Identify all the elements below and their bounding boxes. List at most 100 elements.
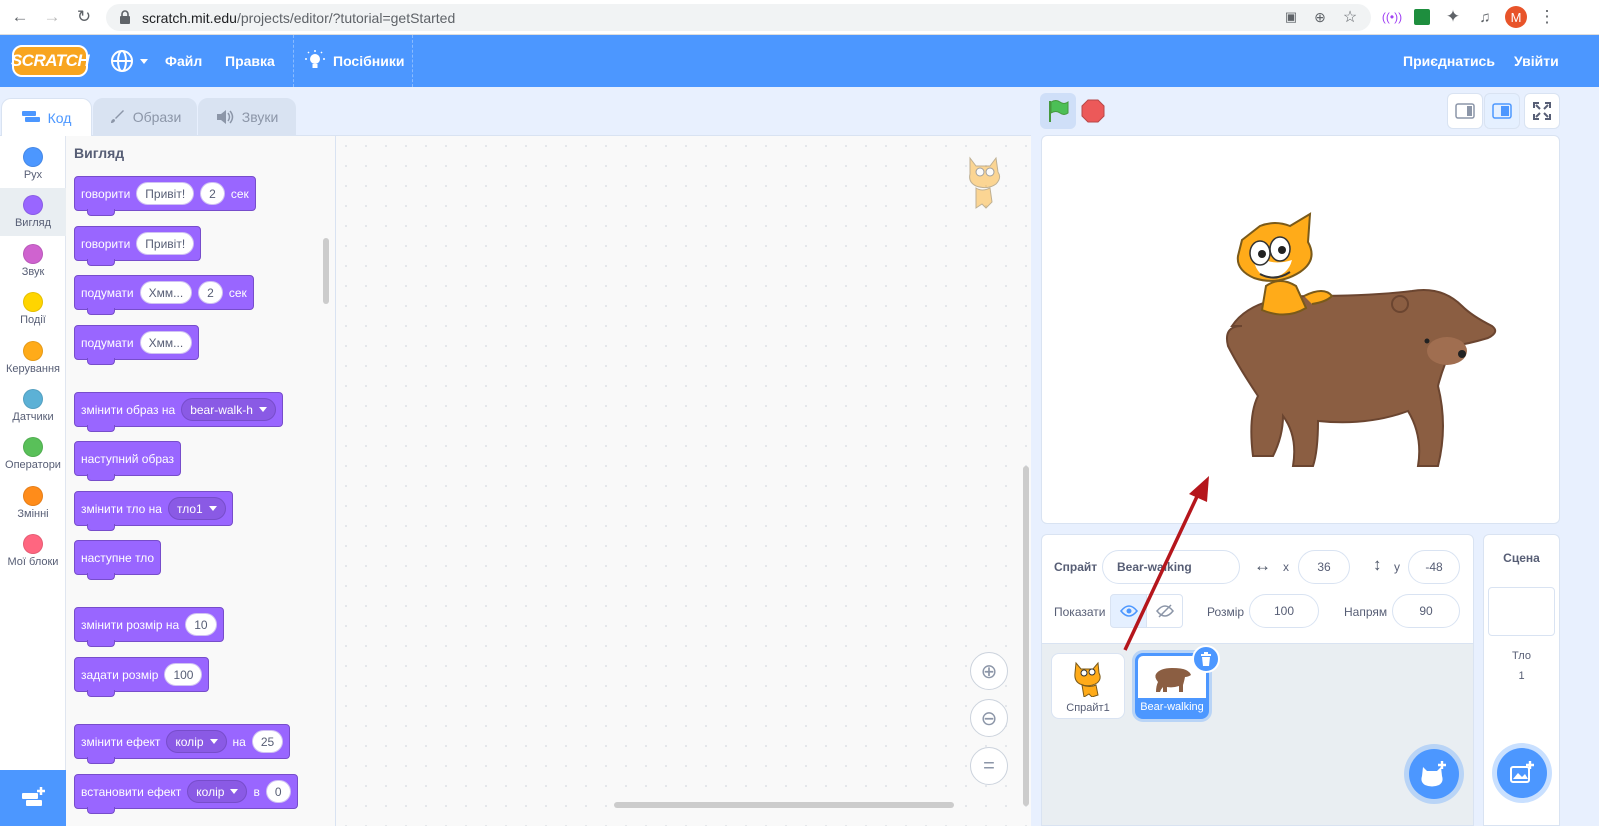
block-label: встановити ефект [81, 784, 182, 799]
block-label: задати розмір [81, 667, 159, 682]
block-think[interactable]: подумати Хмм... [74, 325, 200, 365]
extension-broadcast-icon[interactable]: ((•)) [1382, 7, 1402, 27]
category-operators[interactable]: Оператори [0, 430, 66, 478]
y-input[interactable]: -48 [1408, 550, 1460, 584]
category-sound[interactable]: Звук [0, 237, 66, 285]
image-plus-icon [1510, 761, 1534, 783]
backdrop-dropdown[interactable]: тло1 [167, 497, 226, 520]
category-events[interactable]: Події [0, 285, 66, 333]
effect-dropdown[interactable]: колір [166, 730, 227, 753]
block-think-for-secs[interactable]: подумати Хмм... 2 сек [74, 275, 254, 315]
address-bar[interactable]: scratch.mit.edu/projects/editor/?tutoria… [106, 4, 1371, 31]
browser-menu-icon[interactable]: ⋮ [1537, 7, 1557, 27]
tab-code-label: Код [47, 109, 72, 126]
block-change-effect[interactable]: змінити ефект колір на 25 [74, 724, 291, 764]
normal-stage-button[interactable] [1484, 93, 1520, 129]
join-link[interactable]: Приєднатись [1403, 53, 1495, 69]
profile-avatar[interactable]: M [1505, 6, 1527, 28]
category-dot [23, 486, 43, 506]
chevron-down-icon [139, 58, 148, 64]
category-variables[interactable]: Змінні [0, 479, 66, 527]
fullscreen-button[interactable] [1524, 93, 1560, 129]
reload-icon[interactable]: ↻ [74, 7, 94, 27]
category-dot [23, 341, 43, 361]
block-input-number[interactable]: 0 [265, 780, 291, 803]
cat-plus-icon [1421, 761, 1446, 787]
zoom-reset-button[interactable]: = [970, 747, 1008, 785]
block-label: подумати [81, 285, 134, 300]
block-input-number[interactable]: 100 [164, 663, 203, 686]
direction-input[interactable]: 90 [1392, 594, 1460, 628]
palette-scrollbar[interactable] [323, 238, 329, 304]
category-label: Рух [23, 169, 43, 181]
block-set-effect[interactable]: встановити ефект колір в 0 [74, 774, 298, 814]
cat-sprite[interactable] [1236, 212, 1334, 316]
zoom-out-button[interactable]: ⊖ [970, 699, 1008, 737]
block-input-message[interactable]: Привіт! [136, 232, 195, 255]
block-input-message[interactable]: Хмм... [139, 281, 193, 304]
media-control-icon[interactable]: ♫ [1475, 7, 1495, 27]
tab-code[interactable]: Код [1, 98, 92, 136]
zoom-in-button[interactable]: ⊕ [970, 652, 1008, 690]
signin-link[interactable]: Увійти [1514, 53, 1559, 69]
block-change-size[interactable]: змінити розмір на 10 [74, 607, 224, 647]
block-next-backdrop[interactable]: наступне тло [74, 540, 162, 580]
bear-sprite[interactable] [1226, 289, 1497, 467]
small-stage-button[interactable] [1447, 93, 1483, 129]
bookmark-star-icon[interactable]: ☆ [1340, 7, 1360, 27]
block-next-costume[interactable]: наступний образ [74, 441, 182, 481]
block-say-for-secs[interactable]: говорити Привіт! 2 сек [74, 176, 256, 216]
category-motion[interactable]: Рух [0, 140, 66, 188]
chevron-down-icon [230, 789, 239, 794]
block-say[interactable]: говорити Привіт! [74, 226, 202, 266]
extension-green-icon[interactable] [1412, 7, 1432, 27]
costume-dropdown[interactable]: bear-walk-h [181, 398, 276, 421]
scratch-logo[interactable]: SCRATCH [11, 45, 90, 77]
tab-sounds[interactable]: Звуки [198, 98, 296, 136]
language-menu[interactable] [110, 49, 148, 73]
small-stage-icon [1455, 103, 1475, 119]
block-switch-costume[interactable]: змінити образ на bear-walk-h [74, 392, 283, 432]
category-looks[interactable]: Вигляд [0, 188, 66, 236]
workspace-horizontal-scrollbar[interactable] [614, 802, 954, 808]
stop-button[interactable] [1075, 93, 1111, 129]
block-input-secs[interactable]: 2 [198, 281, 223, 304]
green-flag-button[interactable] [1040, 93, 1076, 129]
menu-tutorials[interactable]: Посібники [305, 50, 404, 72]
add-backdrop-button[interactable] [1497, 748, 1547, 798]
add-extension-button[interactable] [0, 770, 66, 826]
category-control[interactable]: Керування [0, 334, 66, 382]
workspace-vertical-scrollbar[interactable] [1023, 466, 1029, 806]
stage-thumbnail[interactable] [1488, 587, 1555, 636]
menu-edit[interactable]: Правка [225, 53, 275, 69]
add-sprite-button[interactable] [1409, 749, 1459, 799]
stage-target-pane[interactable]: Сцена Тло 1 [1483, 534, 1560, 826]
fullscreen-icon [1533, 102, 1551, 120]
forward-icon[interactable]: → [42, 7, 62, 27]
x-input[interactable]: 36 [1298, 550, 1350, 584]
code-workspace[interactable]: ⊕ ⊖ = [336, 135, 1031, 826]
extensions-puzzle-icon[interactable]: ✦ [1443, 7, 1463, 27]
block-input-secs[interactable]: 2 [200, 182, 225, 205]
block-input-number[interactable]: 10 [185, 613, 217, 636]
block-input-message[interactable]: Привіт! [136, 182, 195, 205]
size-input[interactable]: 100 [1249, 594, 1319, 628]
block-input-message[interactable]: Хмм... [139, 331, 193, 354]
x-arrows-icon: ↔ [1254, 556, 1271, 575]
menu-file[interactable]: Файл [165, 53, 202, 69]
block-input-number[interactable]: 25 [251, 730, 284, 753]
zoom-icon[interactable]: ⊕ [1310, 7, 1330, 27]
block-label: змінити образ на [81, 402, 176, 417]
tab-costumes[interactable]: Образи [93, 98, 197, 136]
stage-canvas[interactable] [1041, 135, 1560, 524]
back-icon[interactable]: ← [10, 7, 30, 27]
block-set-size[interactable]: задати розмір 100 [74, 657, 210, 697]
block-switch-backdrop[interactable]: змінити тло на тло1 [74, 491, 233, 531]
effect-dropdown[interactable]: колір [187, 780, 248, 803]
category-my-blocks[interactable]: Мої блоки [0, 527, 66, 575]
stage-title: Сцена [1503, 551, 1540, 565]
translate-icon[interactable]: ▣ [1281, 7, 1301, 27]
sprite-thumb-sprite1[interactable]: Спрайт1 [1051, 653, 1125, 719]
category-sensing[interactable]: Датчики [0, 382, 66, 430]
stage-scene [1226, 212, 1497, 467]
